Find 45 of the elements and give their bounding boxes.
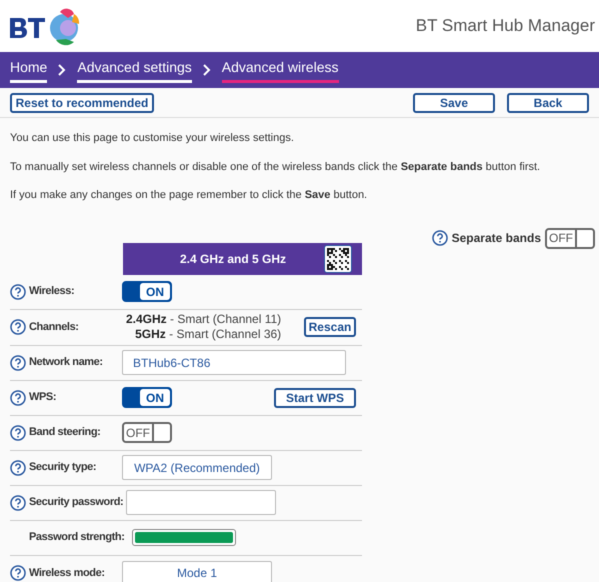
field-label: Security type: xyxy=(29,460,96,476)
help-icon[interactable] xyxy=(10,284,26,300)
save-button[interactable]: Save xyxy=(413,92,495,112)
text-field[interactable]: BTHub6-CT86 xyxy=(122,350,346,375)
chevron-right-icon xyxy=(57,63,68,77)
dropdown[interactable]: Mode 1 xyxy=(122,560,272,582)
breadcrumb-link[interactable]: Home xyxy=(10,57,48,83)
field-label: Wireless mode: xyxy=(29,566,105,581)
breadcrumb-link[interactable]: Advanced settings xyxy=(77,57,192,83)
intro-text: To manually set wireless channels or disable one of the wireless bands click the Separate bands button first. xyxy=(10,160,542,174)
dropdown[interactable]: WPA2 (Recommended) xyxy=(122,455,272,480)
start-wps-button[interactable]: Start WPS xyxy=(274,388,356,408)
field-label: Band steering: xyxy=(29,425,100,440)
help-icon[interactable] xyxy=(10,565,26,581)
field-label: Password strength: xyxy=(29,530,124,546)
help-icon[interactable] xyxy=(432,230,448,246)
help-icon[interactable] xyxy=(10,424,26,440)
toggle-switch[interactable]: OFF xyxy=(122,422,172,443)
breadcrumb-link[interactable]: Advanced wireless xyxy=(222,57,338,83)
toggle-switch[interactable]: ON xyxy=(122,387,172,408)
field-label: Network name: xyxy=(29,355,103,370)
help-icon[interactable] xyxy=(10,354,26,370)
toggle-switch[interactable]: OFF xyxy=(545,228,595,248)
channel-text: 5GHz - Smart (Channel 36) xyxy=(135,327,282,342)
chevron-right-icon xyxy=(202,63,212,77)
help-icon[interactable] xyxy=(10,460,26,476)
intro-text: You can use this page to customise your wireless settings. xyxy=(10,131,295,146)
band-title: 2.4 GHz and 5 GHz xyxy=(180,250,286,268)
field-label: Channels: xyxy=(29,320,79,335)
separate-bands-label: Separate bands xyxy=(452,230,541,247)
app-title: BT Smart Hub Manager xyxy=(416,15,595,38)
channel-text: 2.4GHz - Smart (Channel 11) xyxy=(126,312,282,327)
help-icon[interactable] xyxy=(10,494,26,510)
field-label: Security password: xyxy=(29,495,124,510)
field-label: WPS: xyxy=(29,390,56,406)
help-icon[interactable] xyxy=(10,390,26,406)
reset-button[interactable]: Reset to recommended xyxy=(10,92,154,112)
qr-code-icon[interactable] xyxy=(324,244,352,272)
field-label: Wireless: xyxy=(29,284,74,300)
text-field[interactable] xyxy=(126,490,276,515)
back-button[interactable]: Back xyxy=(507,92,589,112)
toggle-switch[interactable]: ON xyxy=(122,281,172,302)
intro-text: If you make any changes on the page remember to click the Save button. xyxy=(10,188,368,203)
help-icon[interactable] xyxy=(10,319,26,335)
rescan-button[interactable]: Rescan xyxy=(304,317,356,337)
